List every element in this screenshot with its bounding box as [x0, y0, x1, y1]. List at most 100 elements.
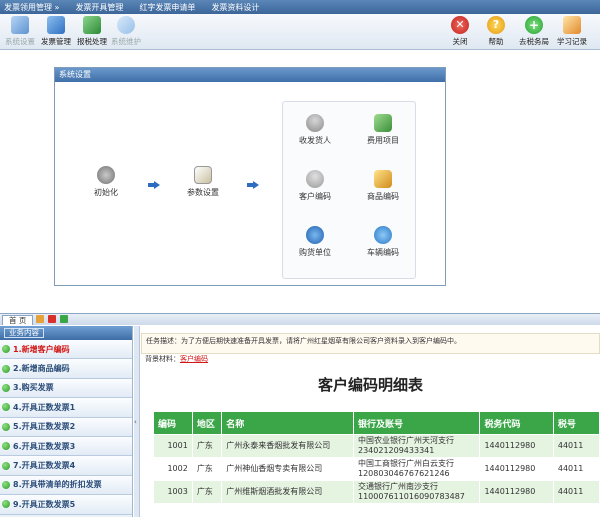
- parameter-settings-label: 参数设置: [187, 188, 219, 197]
- nav-item-label: 3.购买发票: [13, 383, 54, 393]
- minimize-icon[interactable]: [36, 315, 44, 323]
- table-cell: 广东: [191, 457, 223, 481]
- table-cell: 广东: [191, 480, 223, 504]
- system-maintenance-button[interactable]: 系统维护: [106, 16, 146, 47]
- study-record-button[interactable]: 学习记录: [552, 16, 592, 47]
- tax-office-icon: +: [525, 16, 543, 34]
- table-row: 1001 广东 广州永泰来香烟批发有限公司 中国农业银行广州天河支行 23402…: [153, 434, 600, 458]
- nav-item-label: 2.新增商品编码: [13, 364, 70, 374]
- goods-code-item[interactable]: 商品编码: [361, 170, 405, 202]
- nav-item-issue-invoice-4[interactable]: 7.开具正数发票4: [0, 456, 132, 476]
- menu-invoice-issue[interactable]: 发票开具管理: [67, 2, 131, 13]
- nav-item-label: 6.开具正数发票3: [13, 441, 76, 451]
- toolbar: 系统设置 发票管理 报税处理 系统维护 ✕ 关闭 ? 帮助 + 去税务局 学习记…: [0, 14, 600, 50]
- bullet-icon: [2, 403, 10, 412]
- table-cell: 1002: [153, 457, 193, 481]
- table-cell: 44011: [552, 434, 600, 458]
- close-button[interactable]: ✕ 关闭: [440, 16, 480, 47]
- vehicle-code-item[interactable]: 车辆编码: [361, 226, 405, 258]
- system-settings-button[interactable]: 系统设置: [0, 16, 40, 47]
- top-menu-bar: 发票领用管理 » 发票开具管理 红字发票申请单 发票资料设计: [0, 0, 600, 14]
- task-description: 任务描述：为了方便后期快速准备开具发票，请将广州红星烟草有限公司客户资料录入到客…: [141, 333, 600, 354]
- bullet-icon: [2, 480, 10, 489]
- task-nav-title: 业务内容: [4, 328, 44, 338]
- table-cell: 1440112980: [479, 480, 554, 504]
- person-icon: [306, 114, 324, 132]
- consignor-item[interactable]: 收发货人: [293, 114, 337, 146]
- invoice-management-label: 发票管理: [41, 37, 71, 46]
- table-row: 1003 广东 广州维斯烟酒批发有限公司 交通银行广州南沙支行 11000761…: [153, 480, 600, 504]
- background-material-link[interactable]: 客户编码: [180, 355, 208, 363]
- help-button[interactable]: ? 帮助: [476, 16, 516, 47]
- nav-item-label: 9.开具正数发票5: [13, 499, 76, 509]
- nav-item-discount-invoice[interactable]: 8.开具带清单的折扣发票: [0, 475, 132, 496]
- close-icon[interactable]: [48, 315, 56, 323]
- initialize-item[interactable]: 初始化: [91, 166, 121, 198]
- table-cell: 广东: [191, 434, 223, 458]
- goods-code-label: 商品编码: [367, 192, 399, 201]
- menu-invoice-design[interactable]: 发票资料设计: [203, 2, 267, 13]
- buyer-unit-item[interactable]: 购货单位: [293, 226, 337, 258]
- buyer-unit-label: 购货单位: [299, 248, 331, 257]
- table-cell: 广州维斯烟酒批发有限公司: [221, 480, 354, 504]
- background-material: 背景材料：客户编码: [145, 354, 208, 364]
- invoice-management-button[interactable]: 发票管理: [36, 16, 76, 47]
- column-header: 银行及账号: [352, 411, 481, 435]
- nav-item-label: 7.开具正数发票4: [13, 461, 76, 471]
- parameter-settings-item[interactable]: 参数设置: [183, 166, 223, 198]
- nav-item-issue-invoice-5[interactable]: 9.开具正数发票5: [0, 495, 132, 515]
- nav-item-add-goods-code[interactable]: 2.新增商品编码: [0, 359, 132, 379]
- home-tab[interactable]: 首 页: [2, 315, 34, 325]
- column-header: 名称: [221, 411, 354, 435]
- nav-item-add-customer-code[interactable]: 1.新增客户编码: [0, 340, 132, 360]
- table-cell: 交通银行广州南沙支行 110007611016090783487: [352, 480, 481, 504]
- menu-red-invoice[interactable]: 红字发票申请单: [131, 2, 203, 13]
- nav-item-issue-invoice-2[interactable]: 5.开具正数发票2: [0, 417, 132, 437]
- system-settings-label: 系统设置: [5, 37, 35, 46]
- nav-item-issue-invoice-3[interactable]: 6.开具正数发票3: [0, 436, 132, 457]
- customer-code-label: 客户编码: [299, 192, 331, 201]
- refresh-icon[interactable]: [60, 315, 68, 323]
- expense-label: 费用项目: [367, 136, 399, 145]
- study-record-icon: [563, 16, 581, 34]
- bullet-icon: [2, 364, 10, 373]
- help-label: 帮助: [488, 37, 504, 46]
- expense-item[interactable]: 费用项目: [361, 114, 405, 146]
- document-title: 客户编码明细表: [317, 376, 423, 394]
- vehicle-icon: [374, 226, 392, 244]
- bullet-icon: [2, 461, 10, 470]
- table-cell: 1003: [153, 480, 193, 504]
- go-tax-office-button[interactable]: + 去税务局: [514, 16, 554, 47]
- arrow-icon: [148, 181, 160, 189]
- study-record-label: 学习记录: [557, 37, 587, 46]
- nav-item-label: 5.开具正数发票2: [13, 422, 76, 432]
- task-nav-header: 业务内容: [0, 326, 132, 340]
- menu-invoice-receive[interactable]: 发票领用管理 »: [0, 2, 67, 13]
- nav-item-issue-invoice-1[interactable]: 4.开具正数发票1: [0, 398, 132, 418]
- bottom-tab-bar: 首 页: [0, 313, 600, 325]
- column-header: 编码: [153, 411, 193, 435]
- bullet-icon: [2, 383, 10, 392]
- arrow-icon: [247, 181, 259, 189]
- system-settings-panel: 系统设置 初始化 参数设置 收发货人 费用项目 客户编码 商品编码 购货单位 车…: [54, 67, 446, 286]
- table-cell: 广州永泰来香烟批发有限公司: [221, 434, 354, 458]
- table-row: 1002 广东 广州神仙香烟专卖有限公司 中国工商银行广州白云支行 120803…: [153, 457, 600, 481]
- go-tax-office-label: 去税务局: [519, 37, 549, 46]
- column-header: 税务代码: [479, 411, 554, 435]
- nav-collapse-handle[interactable]: ‹: [134, 326, 140, 517]
- customer-code-item[interactable]: 客户编码: [293, 170, 337, 202]
- help-icon: ?: [487, 16, 505, 34]
- initialize-label: 初始化: [94, 188, 118, 197]
- task-description-text: 为了方便后期快速准备开具发票，请将广州红星烟草有限公司客户资料录入到客户编码中。: [181, 337, 461, 345]
- bullet-icon: [2, 442, 10, 451]
- expense-icon: [374, 114, 392, 132]
- task-content: 任务描述：为了方便后期快速准备开具发票，请将广州红星烟草有限公司客户资料录入到客…: [141, 326, 600, 517]
- column-header: 地区: [191, 411, 223, 435]
- settings-icon: [11, 16, 29, 34]
- nav-item-label: 4.开具正数发票1: [13, 402, 76, 412]
- settings-items-box: 收发货人 费用项目 客户编码 商品编码 购货单位 车辆编码: [282, 101, 416, 279]
- nav-item-buy-invoice[interactable]: 3.购买发票: [0, 378, 132, 399]
- invoice-icon: [47, 16, 65, 34]
- consignor-label: 收发货人: [299, 136, 331, 145]
- table-header-row: 编码 地区 名称 银行及账号 税务代码 税号: [153, 411, 600, 435]
